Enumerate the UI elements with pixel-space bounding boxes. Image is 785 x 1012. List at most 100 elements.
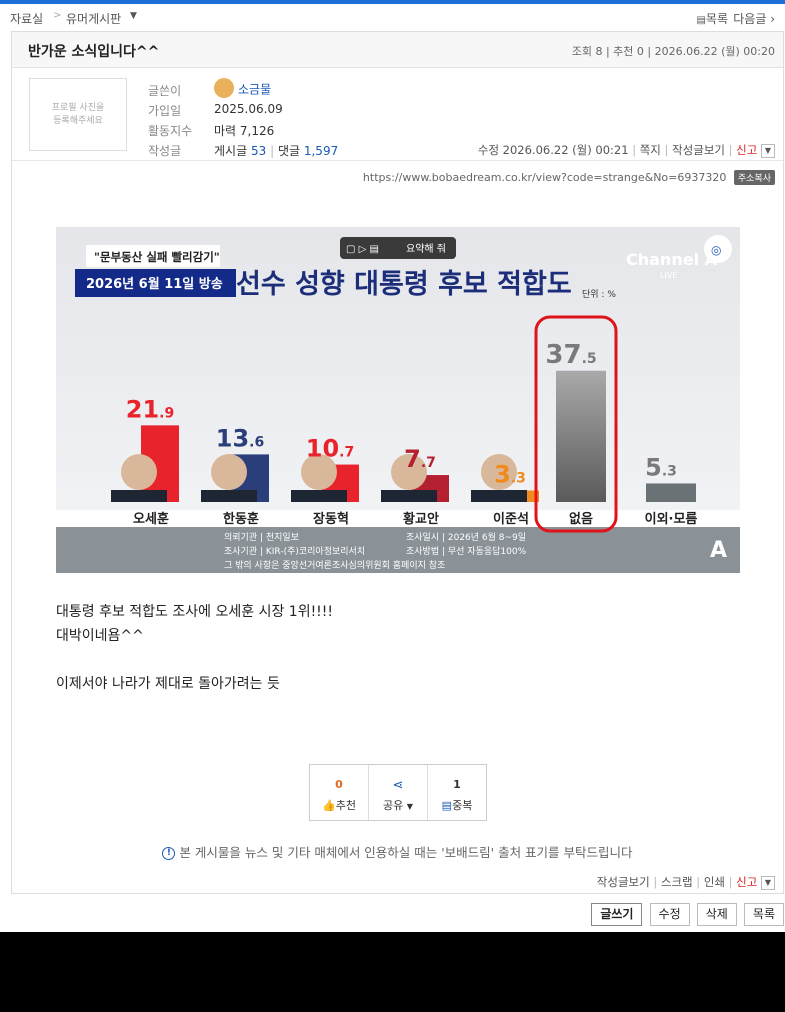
chart-unit: 단위 : % (582, 289, 616, 300)
lens-icon: ◎ (711, 243, 721, 257)
breadcrumb-separator: > (53, 10, 62, 21)
scrap-link[interactable]: 스크랩 (661, 875, 693, 889)
source-line: 의뢰기관 | 천지일보 (224, 532, 299, 543)
category-label: 한동훈 (223, 511, 259, 527)
share-button[interactable]: ⋖ 공유 ▼ (369, 765, 428, 820)
chevron-down-icon[interactable]: ▼ (761, 143, 775, 158)
delete-button[interactable]: 삭제 (696, 903, 737, 926)
post-header: 반가운 소식입니다^^ 조회 8 | 추천 0 | 2026.06.22 (월)… (12, 32, 783, 68)
info-icon: ! (162, 847, 176, 860)
category-label: 황교안 (403, 511, 439, 527)
profile-photo-text: 프로필 사진을 등록해주세요 (51, 103, 105, 126)
list-link[interactable]: ▤목록 (696, 10, 728, 27)
list-button[interactable]: 목록 (743, 903, 784, 926)
summary-button-label[interactable]: 요약해 줘 (406, 242, 446, 255)
candidate-suit (111, 490, 167, 502)
category-label: 장동혁 (313, 511, 349, 527)
activity-score: 마력 7,126 (214, 124, 275, 138)
page: 자료실 > 유머게시판 ▼ ▤목록 다음글 › 반가운 소식입니다^^ 조회 8… (0, 0, 785, 932)
comments-label: 댓글 (277, 144, 301, 158)
divider: | (728, 875, 733, 889)
duplicate-label-wrap: ▤중복 (428, 797, 486, 813)
view-posts-link[interactable]: 작성글보기 (672, 143, 725, 157)
like-button[interactable]: 0 👍추천 (310, 765, 369, 820)
divider: | (728, 143, 733, 157)
citation-notice: ! 본 게시물을 뉴스 및 기타 매체에서 인용하실 때는 '보배드림' 출처 표… (12, 842, 783, 861)
breadcrumb-root[interactable]: 자료실 (10, 10, 43, 27)
candidate-suit (291, 490, 347, 502)
body-line (56, 648, 333, 672)
document-icon: ▤ (441, 799, 453, 812)
duplicate-button[interactable]: 1 ▤중복 (428, 765, 486, 820)
share-label-wrap: 공유 ▼ (369, 797, 427, 813)
edit-time: 수정 2026.06.22 (월) 00:21 (477, 143, 629, 157)
like-label-wrap: 👍추천 (310, 797, 368, 813)
reaction-box: 0 👍추천 ⋖ 공유 ▼ 1 ▤중복 (309, 764, 487, 821)
profile-photo-placeholder: 프로필 사진을 등록해주세요 (29, 78, 127, 151)
candidate-photo (211, 454, 247, 490)
write-button[interactable]: 글쓰기 (591, 903, 643, 926)
source-line: 조사방법 | 무선 자동응답100% (406, 545, 527, 557)
comments-count[interactable]: 1,597 (304, 144, 338, 158)
edit-button[interactable]: 수정 (649, 903, 690, 926)
footer-actions: 작성글보기 | 스크랩 | 인쇄 | 신고 ▼ (597, 874, 775, 890)
chart-headline: 선수 성향 대통령 후보 적합도 (236, 269, 572, 300)
label-joined: 가입일 (148, 104, 182, 118)
body-line: 대박이네욤^^ (56, 628, 144, 644)
bottom-buttons: 글쓰기 수정 삭제 목록 (589, 903, 784, 926)
share-icon: ⋖ (392, 778, 404, 793)
next-post-link[interactable]: 다음글 › (733, 10, 775, 27)
news-chart-svg: ▢ ▷ ▤ 요약해 줘 "문부동산 실패 빨리감기" 2026년 6월 11일 … (56, 227, 740, 573)
source-line: 조사기관 | KIR-(주)코리아정보리서치 (224, 545, 365, 557)
duplicate-label: 중복 (452, 799, 473, 812)
candidate-suit (471, 490, 527, 502)
like-count: 0 (335, 778, 343, 791)
copy-url-button[interactable]: 주소복사 (733, 170, 775, 185)
posts-count[interactable]: 53 (251, 144, 266, 158)
breadcrumb-board[interactable]: 유머게시판 (66, 10, 121, 27)
category-label: 없음 (569, 511, 593, 527)
source-line: 그 밖의 사항은 중앙선거여론조사심의위원회 홈페이지 참조 (224, 559, 445, 571)
category-label: 이준석 (493, 511, 529, 527)
post-url: https://www.bobaedream.co.kr/view?code=s… (362, 171, 727, 184)
chart-bar (646, 483, 696, 502)
thumbs-up-icon: 👍 (322, 799, 336, 812)
post-counts: 게시글 53 | 댓글 1,597 (214, 142, 338, 159)
author-nickname[interactable]: 소금물 (214, 78, 272, 100)
print-link[interactable]: 인쇄 (704, 875, 725, 889)
notice-text: 본 게시물을 뉴스 및 기타 매체에서 인용하실 때는 '보배드림' 출처 표기… (179, 845, 633, 860)
category-label: 오세훈 (133, 511, 169, 527)
post-container: 반가운 소식입니다^^ 조회 8 | 추천 0 | 2026.06.22 (월)… (11, 31, 784, 894)
candidate-suit (201, 490, 257, 502)
report-link[interactable]: 신고 (736, 875, 757, 889)
source-line: 조사일시 | 2026년 6월 8~9일 (406, 531, 526, 543)
divider: | (653, 875, 658, 889)
divider: | (632, 143, 637, 157)
report-link[interactable]: 신고 (736, 143, 757, 157)
channel-live: LIVE (660, 271, 677, 280)
body-line: 대통령 후보 적합도 조사에 오세훈 시장 1위!!!! (56, 604, 334, 620)
chart-bar (556, 370, 606, 502)
toolbar-icons: ▢ ▷ ▤ (346, 244, 379, 255)
share-label: 공유 (383, 799, 404, 812)
chevron-down-icon: ▼ (406, 802, 413, 811)
divider: | (270, 144, 275, 158)
chevron-down-icon[interactable]: ▼ (130, 11, 137, 21)
label-writer: 글쓴이 (148, 84, 182, 98)
next-post-label: 다음글 (733, 12, 767, 26)
author-panel: 프로필 사진을 등록해주세요 글쓴이 소금물 가입일 2025.06.09 활동… (12, 69, 783, 161)
view-posts-link[interactable]: 작성글보기 (597, 875, 650, 889)
post-actions: 수정 2026.06.22 (월) 00:21 | 쪽지 | 작성글보기 | 신… (478, 142, 775, 158)
nickname-text: 소금물 (238, 82, 272, 97)
list-icon: ▤ (696, 15, 706, 26)
note-link[interactable]: 쪽지 (640, 143, 661, 157)
posts-label: 게시글 (214, 144, 248, 158)
like-label: 추천 (335, 799, 356, 812)
joined-date: 2025.06.09 (214, 102, 283, 116)
channel-a-mark-icon: A (710, 538, 727, 563)
date-banner-text: 2026년 6월 11일 방송 (86, 276, 223, 292)
category-label: 이외·모름 (645, 511, 698, 527)
chevron-down-icon[interactable]: ▼ (761, 875, 775, 890)
user-emoji-icon (214, 78, 234, 98)
news-screenshot: ▢ ▷ ▤ 요약해 줘 "문부동산 실패 빨리감기" 2026년 6월 11일 … (56, 227, 740, 573)
